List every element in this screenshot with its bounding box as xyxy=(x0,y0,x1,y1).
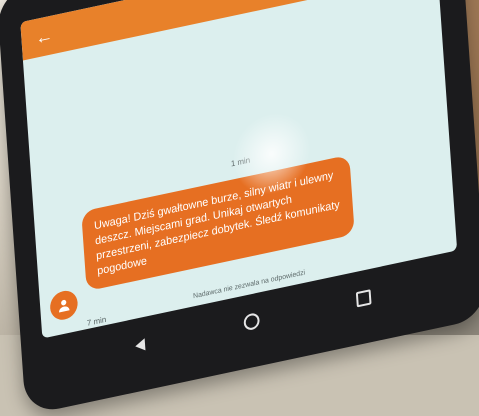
square-recents-icon xyxy=(355,288,372,307)
app-bar: ← xyxy=(20,0,438,61)
phone-device: ← 1 min Uwaga! Dziś gwałtowne burze, sil… xyxy=(0,0,479,416)
nav-home-button[interactable] xyxy=(234,306,269,337)
sender-avatar[interactable] xyxy=(49,288,79,323)
nav-recents-button[interactable] xyxy=(346,282,381,313)
circle-home-icon xyxy=(243,311,261,332)
triangle-back-icon xyxy=(134,338,145,353)
arrow-left-icon[interactable]: ← xyxy=(33,23,56,50)
person-icon xyxy=(59,299,70,313)
